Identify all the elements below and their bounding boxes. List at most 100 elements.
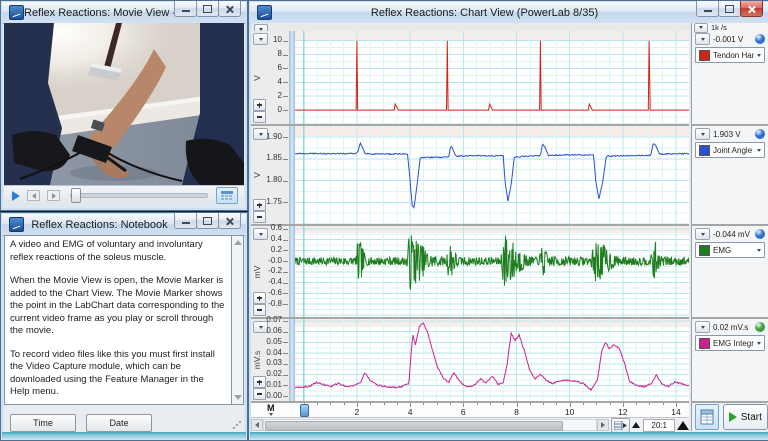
y-zoom-out-button[interactable] — [253, 111, 266, 123]
date-button[interactable]: Date — [86, 414, 152, 432]
channel-menu-joint-angle[interactable]: Joint Angle — [695, 142, 765, 158]
y-zoom-out-button[interactable] — [253, 211, 266, 223]
y-tick-mark — [283, 364, 288, 365]
y-tick-label: 0.06 — [266, 327, 282, 335]
maximize-button[interactable] — [196, 1, 219, 17]
notebook-scrollbar[interactable] — [232, 235, 244, 405]
marker-dock[interactable]: M — [267, 404, 275, 416]
record-controls: Start — [692, 403, 768, 431]
start-button[interactable]: Start — [723, 404, 768, 430]
time-scale-ratio[interactable]: 20:1 — [643, 419, 675, 432]
play-button[interactable] — [12, 191, 20, 201]
y-zoom-in-button[interactable] — [253, 199, 266, 211]
channel-info-icon[interactable] — [755, 322, 765, 332]
maximize-button[interactable] — [718, 1, 741, 17]
x-tick-mark — [437, 403, 438, 405]
channel-info-icon[interactable] — [755, 129, 765, 139]
y-tick-label: 1.75 — [266, 198, 282, 206]
y-axis-dropdown-button[interactable] — [253, 228, 268, 240]
minimize-button[interactable] — [696, 1, 719, 17]
channel-info-icon[interactable] — [755, 34, 765, 44]
y-axis-unit: mV — [252, 265, 262, 278]
close-button[interactable] — [218, 1, 241, 17]
scroll-up-icon[interactable] — [234, 240, 242, 245]
x-tick-mark — [330, 403, 331, 405]
channel-value: -0.001 V — [713, 35, 752, 44]
scale-dropdown-button[interactable] — [695, 128, 710, 140]
y-tick-label: 6 — [278, 64, 282, 72]
y-axis-dropdown-button[interactable] — [253, 33, 268, 45]
scale-dropdown-button[interactable] — [695, 228, 710, 240]
plot-emg[interactable] — [295, 226, 689, 317]
x-tick-mark — [370, 403, 371, 405]
scrollbar-thumb[interactable] — [265, 421, 563, 431]
notebook-titlebar[interactable]: Reflex Reactions: Notebook — [2, 214, 246, 236]
y-tick-label: 0.04 — [266, 349, 282, 357]
step-forward-icon[interactable] — [47, 190, 60, 201]
channel-row-tendon-hammer: V 1086420 — [251, 31, 689, 126]
minimize-button[interactable] — [174, 213, 197, 229]
channel-panel-joint-angle: 1.903 V Joint Angle — [692, 126, 768, 226]
y-zoom-out-button[interactable] — [253, 388, 266, 400]
channel-menu-emg[interactable]: EMG — [695, 242, 765, 258]
time-button[interactable]: Time — [10, 414, 76, 432]
y-zoom-in-button[interactable] — [253, 99, 266, 111]
horizontal-scrollbar[interactable] — [263, 419, 597, 431]
y-tick-mark — [283, 396, 288, 397]
notebook-text-area[interactable]: A video and EMG of voluntary and involun… — [4, 235, 232, 405]
channel-value: -0.044 mV — [713, 230, 752, 239]
x-tick-mark — [543, 403, 544, 405]
scale-dropdown-button[interactable] — [695, 33, 710, 45]
close-button[interactable] — [218, 213, 241, 229]
plot-joint-angle[interactable] — [295, 126, 689, 224]
movie-frame — [4, 23, 244, 185]
y-tick-mark — [283, 332, 288, 333]
movie-marker-handle[interactable] — [300, 404, 309, 417]
x-axis-strip: M 2468101214 — [251, 403, 689, 417]
x-tick-mark — [649, 403, 650, 405]
scale-dropdown-button[interactable] — [695, 321, 710, 333]
channel-panel-emg-integral: 0.02 mV.s EMG Integral — [692, 319, 768, 403]
x-tick-mark — [450, 403, 451, 405]
maximize-button[interactable] — [196, 213, 219, 229]
channel-info-icon[interactable] — [755, 229, 765, 239]
notebook-paragraph: To record video files like this you must… — [10, 349, 225, 399]
chart-view-window: Reflex Reactions: Chart View (PowerLab 8… — [248, 0, 768, 441]
y-axis-emg: mV 0.60.40.2-0.0-0.2-0.4-0.6-0.8 — [251, 226, 289, 317]
movie-position-slider[interactable] — [70, 193, 208, 198]
marker-dock-icon — [269, 413, 273, 416]
x-tick-mark — [317, 403, 318, 405]
y-tick-label: 10 — [273, 36, 282, 44]
scroll-left-button[interactable] — [251, 419, 263, 431]
y-zoom-in-button[interactable] — [253, 292, 266, 304]
x-tick-mark — [490, 403, 491, 405]
chart-titlebar[interactable]: Reflex Reactions: Chart View (PowerLab 8… — [250, 2, 768, 24]
resize-grip[interactable] — [232, 420, 241, 429]
y-axis-unit: mV.s — [252, 351, 262, 370]
scroll-right-button[interactable] — [597, 419, 609, 431]
notebook-paragraph: When the Movie View is open, the Movie M… — [10, 275, 225, 338]
channel-menu-tendon-hammer[interactable]: Tendon Hammer — [695, 47, 765, 63]
step-back-icon[interactable] — [27, 190, 40, 201]
y-zoom-out-button[interactable] — [253, 304, 266, 316]
window-bottom-frame — [250, 432, 768, 439]
channel-menu-emg-integral[interactable]: EMG Integral — [695, 335, 765, 351]
auto-scroll-button[interactable] — [611, 418, 631, 433]
scroll-down-icon[interactable] — [234, 395, 242, 400]
channel-name: EMG — [713, 246, 754, 255]
movie-titlebar[interactable]: Reflex Reactions: Movie View - Record 1 — [2, 2, 246, 24]
plot-tendon-hammer[interactable] — [295, 31, 689, 124]
y-zoom-in-button[interactable] — [253, 376, 266, 388]
y-tick-label: -0.6 — [268, 289, 282, 297]
labchart-icon — [257, 5, 272, 20]
compress-x-button[interactable] — [632, 419, 640, 432]
movie-marker-button[interactable] — [216, 187, 238, 204]
movie-slider-thumb[interactable] — [71, 188, 81, 203]
minimize-button[interactable] — [174, 1, 197, 17]
x-tick-label: 14 — [671, 407, 680, 417]
close-button[interactable] — [740, 1, 763, 17]
expand-x-button[interactable] — [677, 419, 689, 432]
plot-emg-integral[interactable] — [295, 319, 689, 401]
datapad-button[interactable] — [695, 404, 719, 430]
channel-color-swatch — [699, 338, 710, 349]
